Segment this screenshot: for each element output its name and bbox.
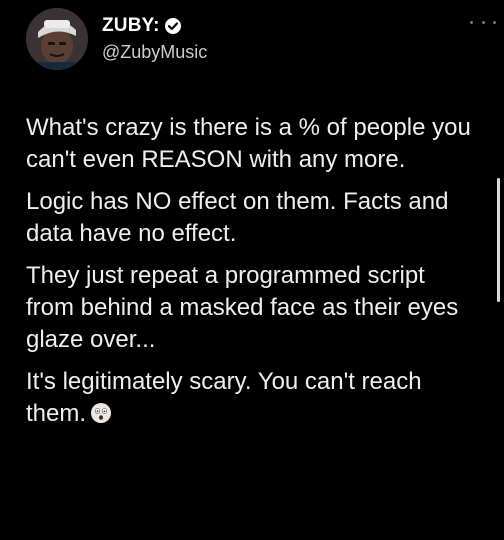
tweet-header: ZUBY: @ZubyMusic <box>26 8 207 70</box>
scrollbar[interactable] <box>497 178 500 302</box>
verified-badge-icon <box>164 17 182 35</box>
author-identity: ZUBY: @ZubyMusic <box>102 14 207 63</box>
name-row: ZUBY: <box>102 14 207 38</box>
avatar[interactable] <box>26 8 88 70</box>
tweet-paragraph: What's crazy is there is a % of people y… <box>26 114 471 173</box>
tweet-text: What's crazy is there is a % of people y… <box>26 112 478 440</box>
tweet-paragraph-last: It's legitimately scary. You can't reach… <box>26 366 478 430</box>
more-dot-icon <box>481 20 485 24</box>
tweet-paragraph: They just repeat a programmed script fro… <box>26 262 459 353</box>
author-display-name[interactable]: ZUBY: <box>102 15 160 37</box>
more-dot-icon <box>470 20 473 24</box>
more-options-icon[interactable] <box>470 16 496 28</box>
tweet-card: ZUBY: @ZubyMusic What's crazy is there i… <box>0 0 504 540</box>
tweet-paragraph: Logic has NO effect on them. Facts and d… <box>26 188 449 247</box>
more-dot-icon <box>493 20 496 24</box>
avatar-image <box>26 8 88 70</box>
tweet-paragraph-text: It's legitimately scary. You can't reach… <box>26 368 422 427</box>
grimacing-face-emoji-icon <box>90 401 112 423</box>
author-handle[interactable]: @ZubyMusic <box>102 42 207 63</box>
